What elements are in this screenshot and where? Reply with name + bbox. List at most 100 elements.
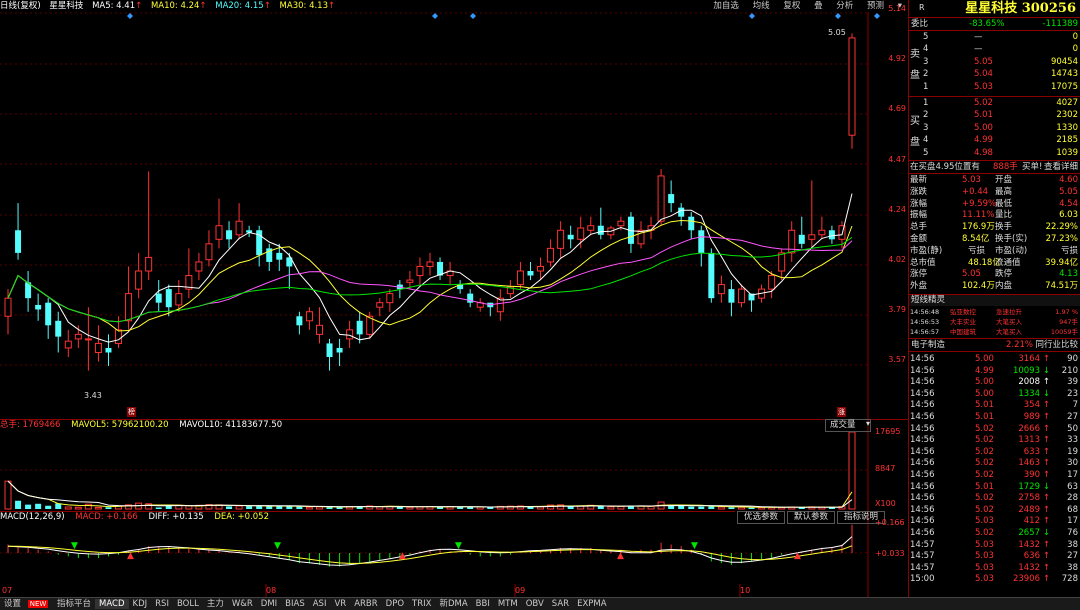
quote-row: 总手 176.9万 换手 22.29% — [909, 222, 1080, 232]
indicator-tab[interactable]: 主力 — [203, 599, 228, 609]
candle-body-up — [537, 265, 545, 272]
indicator-tab[interactable]: TRIX — [408, 599, 435, 609]
level-number: 2 — [923, 69, 929, 80]
sector-name[interactable]: 电子制造 — [911, 340, 945, 350]
indicator-tab[interactable]: ARBR — [350, 599, 381, 609]
trade-time: 14:56 — [910, 354, 935, 364]
quote-value: 4.60 — [1059, 175, 1078, 185]
divider — [909, 351, 1080, 352]
tick-trade-row: 14:56 5.00 2008 ↑ 39 — [909, 377, 1080, 387]
quote-row: 涨跌 +0.44 最高 5.05 — [909, 187, 1080, 197]
view-detail-link[interactable]: 查看详细 — [1044, 162, 1078, 172]
order-price: 5.04 — [974, 69, 993, 80]
candle-body-down — [15, 230, 22, 253]
indicator-tab[interactable]: MACD — [95, 599, 129, 609]
ma5-up-icon: ↑ — [135, 1, 143, 11]
trade-time: 15:00 — [910, 574, 935, 585]
indicator-tab[interactable]: RSI — [151, 599, 173, 609]
trade-price: 5.00 — [975, 354, 994, 364]
quote-label: 最新 — [910, 175, 928, 185]
volume-axis-max: 17695 — [875, 427, 901, 436]
order-volume: 0 — [1072, 44, 1078, 55]
volume-bar-up — [74, 506, 82, 510]
forecast-button[interactable]: 预测 — [867, 1, 884, 11]
quote-panel: R 星星科技 300256 委比 -83.65% -111389 卖 盘 买 盘… — [909, 0, 1080, 597]
trade-time: 14:56 — [910, 470, 935, 480]
month-label: 10 — [740, 586, 751, 595]
volume-bar-up — [94, 506, 102, 510]
down-arrow-icon: ▼ — [274, 541, 281, 551]
indicator-tab[interactable]: ASI — [309, 599, 331, 609]
indicator-tab[interactable]: DMI — [257, 599, 281, 609]
indicator-tab[interactable]: SAR — [548, 599, 573, 609]
candle-body-up — [175, 293, 183, 306]
analysis-button[interactable]: 分析 — [836, 1, 853, 11]
r-badge[interactable]: R — [919, 3, 925, 12]
volume-bar-up — [235, 505, 243, 510]
elf-stock[interactable]: 弘亚数控 — [950, 307, 976, 317]
volume-bar-up — [737, 506, 745, 510]
candle-body-down — [276, 252, 283, 260]
quote-label: 换手(实) — [995, 234, 1028, 244]
candle-body-down — [296, 316, 303, 326]
trade-count: 30 — [1067, 458, 1078, 469]
price-axis-label: 3.79 — [888, 305, 906, 315]
trade-volume: 2489 — [1018, 504, 1040, 515]
short-term-elves-title[interactable]: 短线精灵 — [909, 295, 1080, 306]
indicator-tab[interactable]: OBV — [522, 599, 548, 609]
elf-stock[interactable]: 大丰实业 — [950, 317, 976, 327]
ma10-line — [7, 219, 853, 332]
trade-time: 14:56 — [910, 400, 935, 411]
indicator-tab[interactable]: KDJ — [129, 599, 152, 609]
indicator-tab[interactable]: BBI — [472, 599, 494, 609]
trade-price: 5.03 — [975, 551, 994, 562]
tick-trade-row: 14:56 5.02 1463 ↑ 30 — [909, 458, 1080, 468]
ma-button[interactable]: 均线 — [753, 1, 770, 11]
dea-value: DEA: +0.052 — [214, 512, 269, 522]
indicator-tab[interactable]: DPO — [382, 599, 408, 609]
elf-stock[interactable]: 中国建筑 — [950, 327, 976, 337]
sector-pct: 2.21% — [1006, 340, 1034, 350]
overlay-button[interactable]: 叠 — [814, 1, 823, 11]
settings-button[interactable]: 设置 — [0, 599, 25, 609]
quote-value: +9.59% — [962, 198, 997, 209]
kline-svg: ▼ ▲ ▼ ▲ ▼ ▲ ▼ ▲ — [0, 12, 880, 597]
order-volume: 2302 — [1056, 110, 1078, 121]
indicator-tab[interactable]: 指标平台 — [53, 599, 95, 609]
level-number: 4 — [923, 44, 929, 55]
candle-body-up — [406, 279, 414, 283]
chevron-down-icon[interactable]: ▾ — [866, 419, 870, 428]
period-mode[interactable]: 日线(复权) — [0, 1, 41, 11]
indicator-tab[interactable]: BIAS — [281, 599, 309, 609]
divider — [909, 160, 1080, 161]
quote-label: 涨跌 — [910, 186, 928, 197]
indicator-tab[interactable]: EXPMA — [573, 599, 610, 609]
sector-row[interactable]: 电子制造 2.21% 同行业比较 — [909, 340, 1080, 350]
order-alert-type: 买单! — [1022, 162, 1043, 172]
industry-compare-button[interactable]: 同行业比较 — [1035, 340, 1078, 350]
preferred-params-button[interactable]: 优选参数 — [737, 511, 786, 524]
kline-chart-area[interactable]: ▼ ▲ ▼ ▲ ▼ ▲ ▼ ▲ 日线(复权) 星星科技 MA5: 4.41↑ MA10: 4.… — [0, 0, 909, 597]
indicator-tab[interactable]: 新DMA — [435, 599, 471, 609]
tick-trade-row: 14:56 5.01 354 ↑ 7 — [909, 400, 1080, 410]
trade-price: 5.00 — [975, 388, 994, 399]
volume-indicator-dropdown[interactable]: 成交量 — [825, 419, 871, 432]
volume-bar-up — [64, 506, 72, 510]
rank-marker[interactable]: 榜 — [127, 407, 136, 417]
indicator-tab[interactable]: MTM — [494, 599, 522, 609]
volume-bar-down — [708, 506, 715, 509]
default-params-button[interactable]: 默认参数 — [787, 511, 836, 524]
order-alert-row[interactable]: 在买盘4.95位置有 888手 买单! 查看详细 — [909, 162, 1080, 172]
ma20-up-icon: ↑ — [263, 1, 271, 11]
indicator-tab[interactable]: W&R — [228, 599, 257, 609]
elf-time: 14:56:57 — [910, 328, 940, 337]
tick-trade-row: 14:57 5.03 1432 ↑ 38 — [909, 563, 1080, 573]
limit-up-marker[interactable]: 涨 — [837, 407, 846, 417]
quote-label: 市盈(动) — [995, 245, 1028, 256]
add-watchlist-button[interactable]: 加自选 — [713, 1, 739, 11]
indicator-tab[interactable]: BOLL — [173, 599, 203, 609]
indicator-tab[interactable]: VR — [330, 599, 350, 609]
adjust-button[interactable]: 复权 — [783, 1, 800, 11]
ma30-up-icon: ↑ — [328, 1, 336, 11]
quote-label: 最低 — [995, 198, 1013, 209]
